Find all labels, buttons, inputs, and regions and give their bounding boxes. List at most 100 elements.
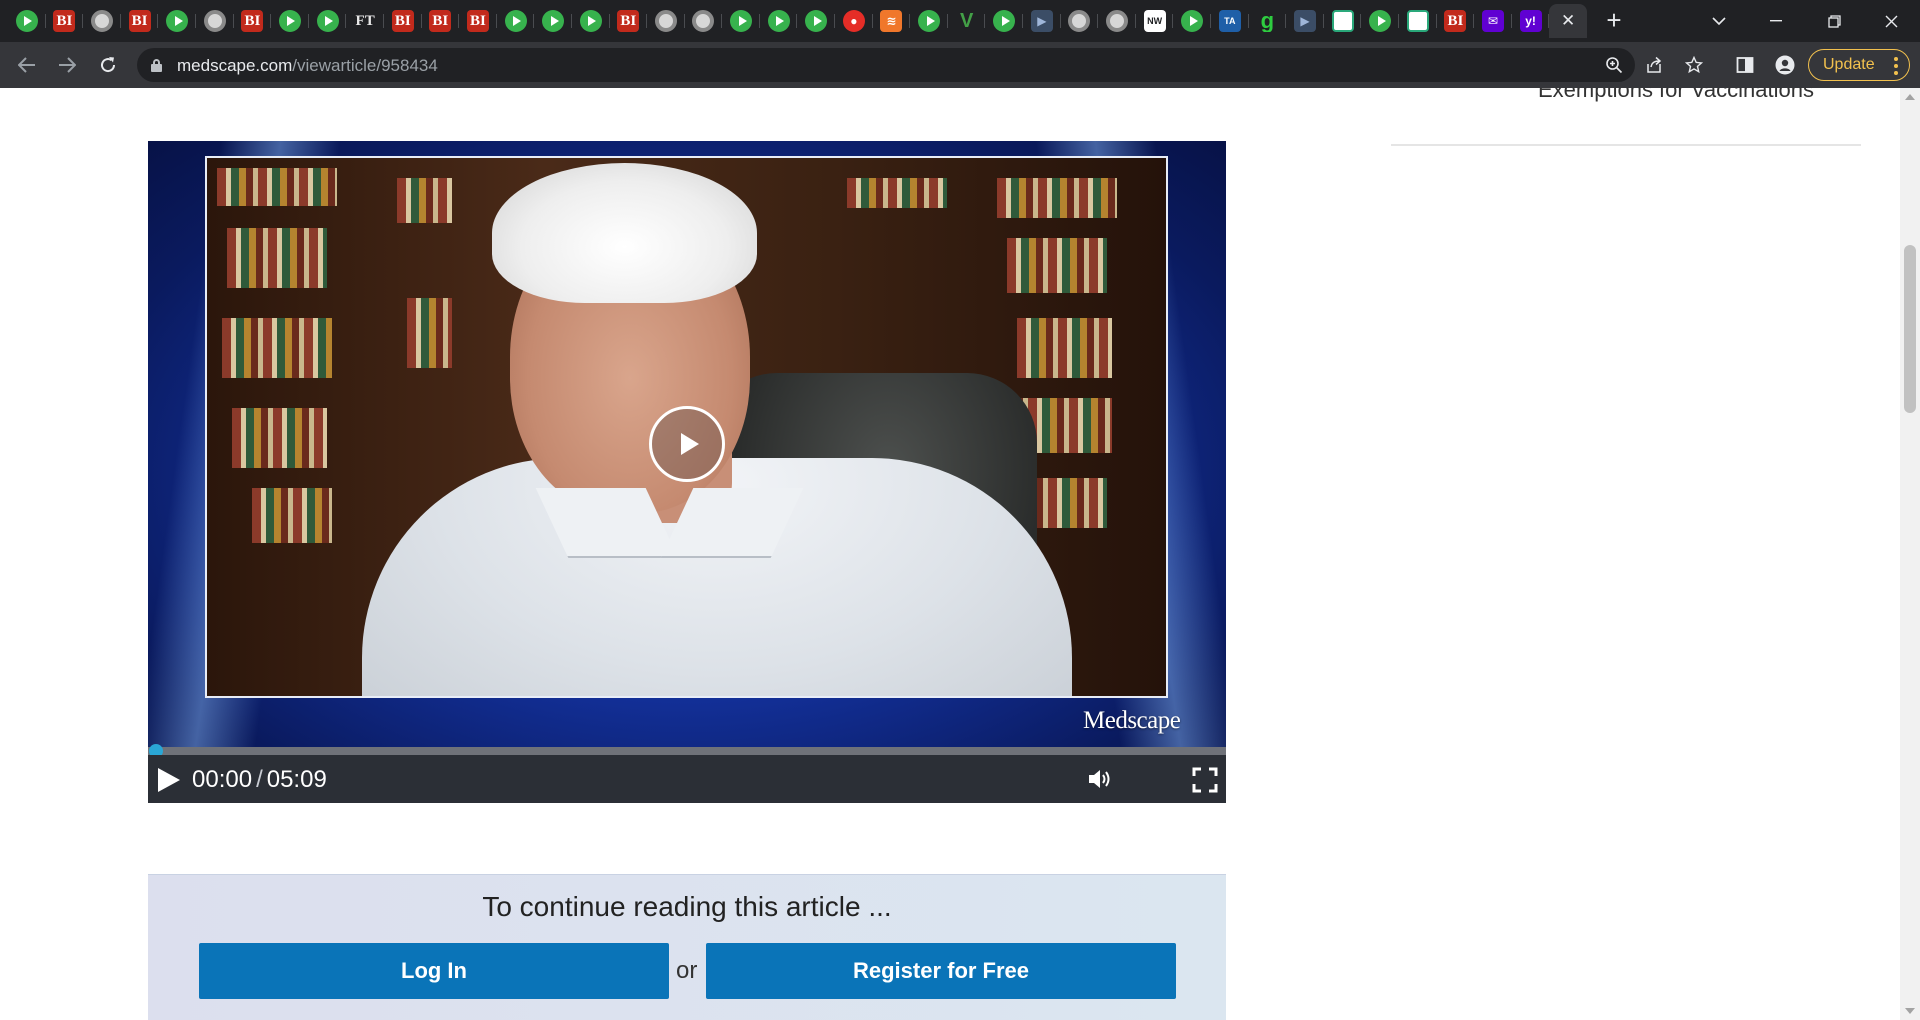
page-scrollbar[interactable]	[1900, 88, 1920, 1020]
active-tab[interactable]: ✕	[1549, 4, 1587, 38]
browser-tab[interactable]: BI	[384, 4, 422, 38]
update-button[interactable]: Update	[1808, 49, 1910, 81]
arrow-left-icon	[18, 57, 35, 73]
fullscreen-icon[interactable]	[1192, 767, 1218, 793]
play-favicon-icon	[579, 10, 602, 32]
globe-favicon-icon	[692, 10, 715, 32]
browser-tab[interactable]: BI	[234, 4, 272, 38]
profile-button[interactable]	[1770, 50, 1800, 80]
browser-toolbar: medscape.com/viewarticle/958434 Update	[0, 42, 1920, 88]
video-time: 00:00/05:09	[192, 766, 327, 794]
lock-icon[interactable]	[151, 59, 162, 72]
browser-tab[interactable]	[309, 4, 347, 38]
arrow-favicon-icon: ▶	[1293, 10, 1316, 32]
browser-tab[interactable]: g	[1249, 4, 1287, 38]
video-play-overlay-button[interactable]	[649, 406, 725, 482]
close-window-button[interactable]	[1862, 0, 1920, 42]
browser-tab[interactable]: BI	[459, 4, 497, 38]
play-favicon-icon	[993, 10, 1016, 32]
play-favicon-icon	[542, 10, 565, 32]
play-favicon-icon	[504, 10, 527, 32]
browser-tab[interactable]	[534, 4, 572, 38]
zoom-icon	[1606, 57, 1623, 74]
browser-tab[interactable]	[685, 4, 723, 38]
g-favicon-icon: g	[1260, 10, 1275, 32]
scroll-up-arrow-icon[interactable]	[1905, 94, 1915, 100]
bookmark-button[interactable]	[1681, 52, 1707, 78]
register-button[interactable]: Register for Free	[706, 943, 1176, 999]
browser-tab[interactable]: BI	[610, 4, 648, 38]
avatar-icon	[1775, 55, 1795, 75]
browser-tab[interactable]: NW	[1136, 4, 1174, 38]
browser-tab[interactable]	[196, 4, 234, 38]
browser-tab[interactable]	[572, 4, 610, 38]
browser-tab[interactable]	[8, 4, 46, 38]
tab-strip: BI BI BI FT BI BI BI BI ● ≋ V ▶ NW TA g ▶ BI ✉ y! ✕ +	[0, 0, 1920, 42]
browser-tab[interactable]	[158, 4, 196, 38]
side-panel-icon	[1736, 57, 1754, 73]
mail-favicon-icon: ✉	[1481, 10, 1504, 32]
share-button[interactable]	[1641, 52, 1667, 78]
browser-tab[interactable]: ✉	[1474, 4, 1512, 38]
checkmark-favicon-icon: V	[959, 10, 974, 32]
browser-tab[interactable]	[760, 4, 798, 38]
close-tab-icon[interactable]: ✕	[1561, 11, 1575, 31]
browser-tab[interactable]: BI	[1437, 4, 1475, 38]
browser-tab[interactable]: BI	[46, 4, 84, 38]
browser-tab[interactable]: ▶	[1023, 4, 1061, 38]
forward-button[interactable]	[52, 50, 82, 80]
browser-tab[interactable]	[1361, 4, 1399, 38]
browser-tab[interactable]: BI	[121, 4, 159, 38]
financial-times-favicon-icon: FT	[355, 12, 375, 29]
browser-tab[interactable]	[797, 4, 835, 38]
video-progress-bar[interactable]	[148, 744, 1226, 758]
yahoo-favicon-icon: y!	[1519, 10, 1542, 32]
browser-tab[interactable]	[910, 4, 948, 38]
tab-search-button[interactable]	[1690, 0, 1748, 42]
browser-tab[interactable]: ≋	[873, 4, 911, 38]
browser-tab[interactable]	[722, 4, 760, 38]
browser-tab[interactable]	[497, 4, 535, 38]
browser-tab[interactable]: y!	[1512, 4, 1550, 38]
play-favicon-icon	[278, 10, 301, 32]
browser-tab[interactable]	[1061, 4, 1099, 38]
related-link[interactable]: Exemptions for Vaccinations	[1538, 88, 1814, 103]
browser-tab[interactable]: TA	[1211, 4, 1249, 38]
business-insider-favicon-icon: BI	[53, 10, 76, 32]
back-button[interactable]	[12, 50, 42, 80]
page-content: Exemptions for Vaccinations Medscape 00:…	[0, 88, 1900, 1020]
play-icon[interactable]	[158, 767, 182, 793]
restore-button[interactable]	[1805, 0, 1863, 42]
minimize-button[interactable]	[1747, 0, 1805, 42]
browser-tab[interactable]	[1098, 4, 1136, 38]
minimize-icon	[1770, 20, 1782, 22]
scrollbar-thumb[interactable]	[1904, 245, 1916, 413]
address-bar[interactable]: medscape.com/viewarticle/958434	[137, 48, 1703, 82]
url-path: /viewarticle/958434	[292, 56, 438, 75]
browser-tab[interactable]: ●	[835, 4, 873, 38]
side-panel-button[interactable]	[1730, 50, 1760, 80]
new-tab-button[interactable]: +	[1600, 7, 1628, 35]
play-favicon-icon	[805, 10, 828, 32]
url-text[interactable]: medscape.com/viewarticle/958434	[177, 56, 438, 76]
play-favicon-icon	[316, 10, 339, 32]
browser-tab[interactable]	[271, 4, 309, 38]
browser-tab[interactable]	[1324, 4, 1362, 38]
browser-tab[interactable]	[1173, 4, 1211, 38]
browser-tab[interactable]	[83, 4, 121, 38]
play-favicon-icon	[1369, 10, 1392, 32]
microphone-favicon-icon: ●	[842, 10, 865, 32]
browser-tab[interactable]	[1399, 4, 1437, 38]
volume-icon[interactable]	[1087, 767, 1115, 791]
reload-button[interactable]	[93, 50, 123, 80]
browser-tab[interactable]	[985, 4, 1023, 38]
browser-tab[interactable]: FT	[346, 4, 384, 38]
video-player[interactable]: Medscape 00:00/05:09	[148, 141, 1226, 803]
login-button[interactable]: Log In	[199, 943, 669, 999]
zoom-button[interactable]	[1601, 52, 1627, 78]
browser-tab[interactable]: ▶	[1286, 4, 1324, 38]
browser-tab[interactable]: BI	[422, 4, 460, 38]
browser-tab[interactable]	[647, 4, 685, 38]
scroll-down-arrow-icon[interactable]	[1905, 1008, 1915, 1014]
browser-tab[interactable]: V	[948, 4, 986, 38]
